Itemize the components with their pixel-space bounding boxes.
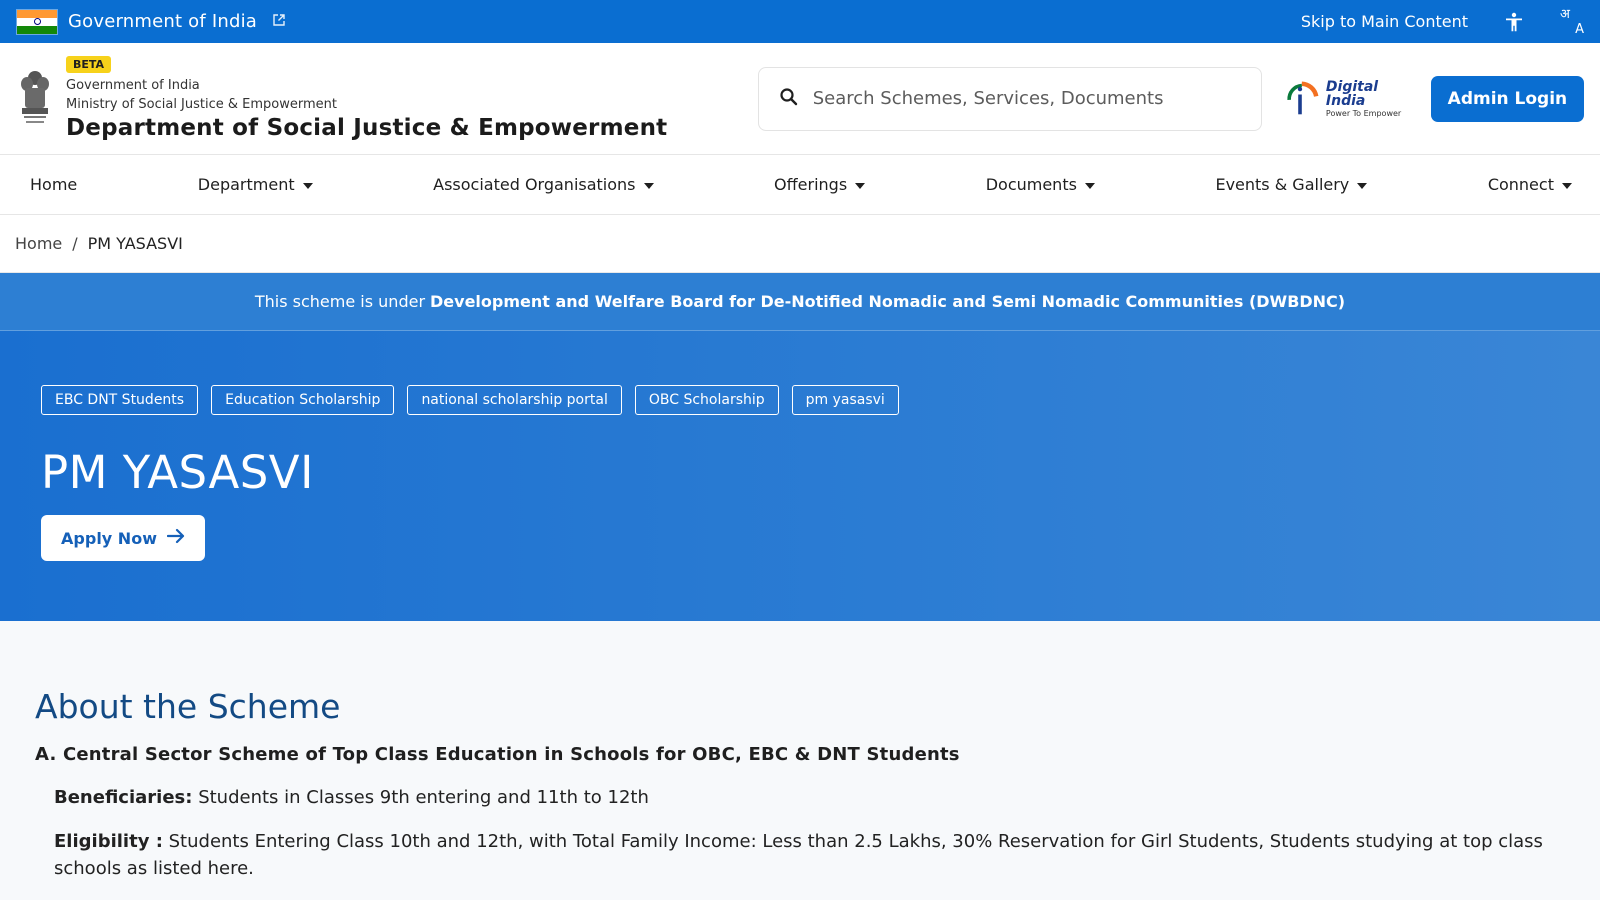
skip-to-main-link[interactable]: Skip to Main Content <box>1301 12 1468 31</box>
breadcrumb-separator: / <box>72 234 78 253</box>
nav-label: Connect <box>1487 175 1554 194</box>
india-flag-icon <box>16 8 58 35</box>
nav-label: Associated Organisations <box>433 175 636 194</box>
beneficiaries-paragraph: Beneficiaries: Students in Classes 9th e… <box>54 784 1565 811</box>
external-link-icon <box>273 14 285 29</box>
digital-india-logo[interactable]: Digital India Power To Empower <box>1282 74 1412 124</box>
gov-line: Government of India <box>66 77 200 93</box>
gov-link[interactable]: Government of India <box>16 8 285 35</box>
caret-down-icon <box>302 182 313 189</box>
search-icon <box>779 87 799 111</box>
main-nav: Home Department Associated Organisations… <box>0 155 1600 215</box>
ministry-line: Ministry of Social Justice & Empowerment <box>66 96 337 112</box>
eligibility-paragraph: Eligibility : Students Entering Class 10… <box>54 828 1565 882</box>
nav-label: Offerings <box>774 175 848 194</box>
gov-top-bar: Government of India Skip to Main Content… <box>0 0 1600 43</box>
beneficiaries-text: Students in Classes 9th entering and 11t… <box>198 787 649 808</box>
nav-item-connect[interactable]: Connect <box>1488 175 1572 194</box>
tag-chip[interactable]: OBC Scholarship <box>634 385 779 415</box>
language-icon[interactable]: अ A <box>1560 6 1584 37</box>
arrow-right-icon <box>166 528 185 548</box>
department-title: Department of Social Justice & Empowerme… <box>66 114 668 141</box>
breadcrumb-current: PM YASASVI <box>87 234 183 253</box>
accessibility-icon[interactable] <box>1502 10 1526 34</box>
admin-login-button[interactable]: Admin Login <box>1430 75 1585 122</box>
digital-india-icon <box>1287 80 1319 114</box>
nav-label: Home <box>30 175 78 194</box>
notice-board-name: Development and Welfare Board for De-Not… <box>430 292 1346 311</box>
search-placeholder: Search Schemes, Services, Documents <box>812 88 1164 109</box>
beta-badge: BETA <box>66 55 112 73</box>
digital-india-tagline: Power To Empower <box>1325 108 1402 118</box>
eligibility-text: Students Entering Class 10th and 12th, w… <box>54 831 1543 879</box>
scheme-hero: EBC DNT Students Education Scholarship n… <box>0 331 1600 621</box>
apply-now-label: Apply Now <box>61 528 157 548</box>
lang-glyph-hindi: अ <box>1560 6 1570 22</box>
nav-item-offerings[interactable]: Offerings <box>774 175 866 194</box>
digital-india-text: Digital India <box>1325 78 1379 109</box>
nav-item-associated-organisations[interactable]: Associated Organisations <box>433 175 654 194</box>
apply-now-button[interactable]: Apply Now <box>41 515 205 561</box>
nav-label: Events & Gallery <box>1215 175 1350 194</box>
caret-down-icon <box>1084 182 1095 189</box>
search-input[interactable]: Search Schemes, Services, Documents <box>757 66 1263 131</box>
caret-down-icon <box>643 182 654 189</box>
tag-chip[interactable]: national scholarship portal <box>407 385 622 415</box>
site-header: BETA Government of India Ministry of Soc… <box>0 43 1600 155</box>
nav-label: Documents <box>985 175 1077 194</box>
breadcrumb: Home / PM YASASVI <box>0 215 1600 273</box>
tag-list: EBC DNT Students Education Scholarship n… <box>41 385 1559 415</box>
scheme-title: PM YASASVI <box>41 446 314 499</box>
caret-down-icon <box>1561 182 1572 189</box>
national-emblem-icon <box>16 67 54 131</box>
nav-label: Department <box>197 175 295 194</box>
scheme-subtitle: A. Central Sector Scheme of Top Class Ed… <box>35 744 960 765</box>
gov-title[interactable]: Government of India <box>68 11 257 32</box>
nav-item-department[interactable]: Department <box>198 175 313 194</box>
eligibility-label: Eligibility : <box>54 831 163 852</box>
about-section: About the Scheme A. Central Sector Schem… <box>0 621 1600 900</box>
notice-prefix: This scheme is under <box>254 292 426 311</box>
scheme-board-notice: This scheme is under Development and Wel… <box>0 273 1600 331</box>
caret-down-icon <box>1357 182 1368 189</box>
beneficiaries-label: Beneficiaries: <box>54 787 193 808</box>
brand-block[interactable]: BETA Government of India Ministry of Soc… <box>16 55 728 142</box>
lang-glyph-english: A <box>1575 21 1584 37</box>
tag-chip[interactable]: pm yasasvi <box>791 385 899 415</box>
caret-down-icon <box>855 182 866 189</box>
breadcrumb-home-link[interactable]: Home <box>15 234 62 253</box>
nav-item-documents[interactable]: Documents <box>986 175 1095 194</box>
tag-chip[interactable]: Education Scholarship <box>211 385 395 415</box>
nav-item-home[interactable]: Home <box>30 175 77 194</box>
about-title: About the Scheme <box>35 687 341 726</box>
nav-item-events-gallery[interactable]: Events & Gallery <box>1215 175 1368 194</box>
tag-chip[interactable]: EBC DNT Students <box>41 385 199 415</box>
